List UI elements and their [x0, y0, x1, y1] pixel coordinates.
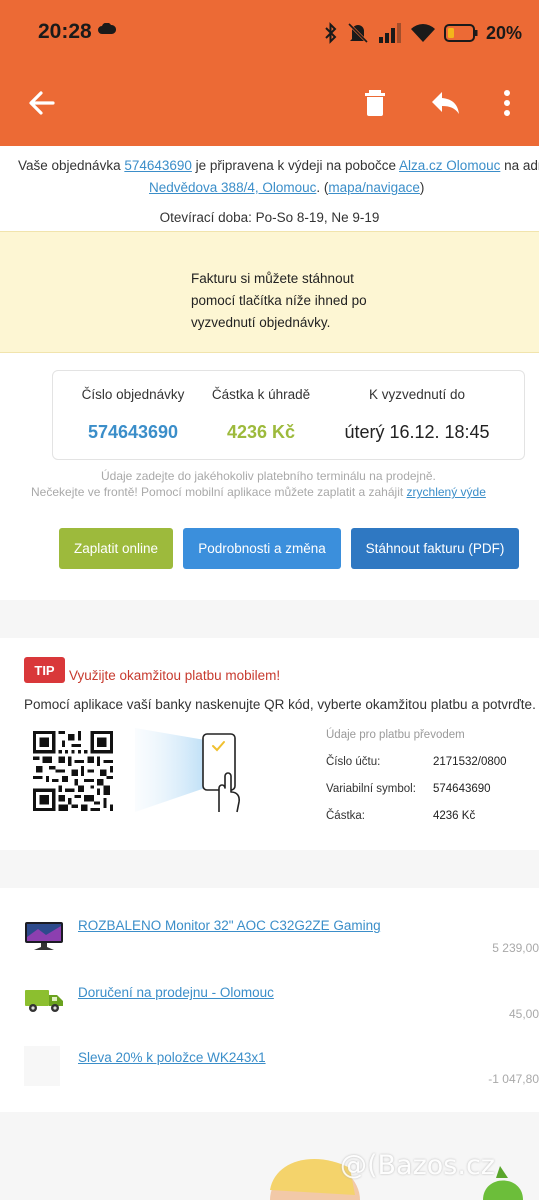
- payment-amount-label: Částka:: [326, 810, 365, 822]
- section-divider: [0, 600, 539, 638]
- monitor-icon: [25, 922, 63, 950]
- pay-online-button[interactable]: Zaplatit online: [59, 528, 173, 569]
- pickup-label: K vyzvednutí do: [368, 387, 466, 402]
- variable-symbol-label: Variabilní symbol:: [326, 783, 416, 795]
- address-link[interactable]: Nedvědova 388/4, Olomouc: [149, 180, 316, 195]
- payment-amount-value: 4236 Kč: [433, 810, 476, 822]
- intro-text: je připravena k výdeji na pobočce: [191, 158, 400, 173]
- account-label: Číslo účtu:: [326, 756, 381, 768]
- section-divider: [0, 850, 539, 888]
- summary-order: Číslo objednávky 574643690: [65, 387, 201, 443]
- amount-label: Částka k úhradě: [211, 387, 311, 402]
- opening-hours: Otevírací doba: Po-So 8-19, Ne 9-19: [159, 210, 380, 225]
- item-name-link[interactable]: Sleva 20% k položce WK243x1: [78, 1050, 266, 1065]
- intro-line: Nedvědova 388/4, Olomouc. (mapa/navigace…: [149, 180, 424, 195]
- summary-amount: Částka k úhradě 4236 Kč: [203, 387, 319, 443]
- watermark: @(Bazos.cz: [340, 1150, 495, 1181]
- qr-code: [33, 731, 113, 811]
- cloud-icon: [98, 23, 116, 34]
- status-icons: 20%: [324, 20, 522, 46]
- intro-text: Vaše objednávka: [18, 158, 125, 173]
- bluetooth-icon: [325, 22, 337, 44]
- tip-badge: TIP: [24, 657, 65, 683]
- signal-icon: [379, 23, 401, 43]
- item-price: 5 239,00: [492, 941, 539, 955]
- fast-pickup-link[interactable]: zrychlený výde: [407, 485, 486, 499]
- more-vert-icon[interactable]: [492, 88, 522, 118]
- discount-placeholder: [24, 1046, 60, 1086]
- hint-line: Nečekejte ve frontě! Pomocí mobilní apli…: [31, 485, 486, 499]
- notice-line: pomocí tlačítka níže ihned po: [191, 293, 367, 308]
- amount-value: 4236 Kč: [226, 422, 296, 442]
- status-time: 20:28: [38, 20, 92, 43]
- pickup-value: úterý 16.12. 18:45: [344, 422, 490, 442]
- tip-description: Pomocí aplikace vaší banky naskenujte QR…: [24, 697, 536, 712]
- reply-icon[interactable]: [430, 88, 460, 118]
- delivery-truck-icon: [25, 990, 63, 1012]
- tip-title: Využijte okamžitou platbu mobilem!: [69, 668, 281, 683]
- intro-text: na adr: [500, 158, 539, 173]
- order-summary: Číslo objednávky 574643690 Částka k úhra…: [52, 370, 525, 460]
- account-value: 2171532/0800: [433, 756, 507, 768]
- intro-line: Vaše objednávka 574643690 je připravena …: [18, 158, 539, 173]
- wifi-icon: [411, 24, 435, 42]
- hint-line: Údaje zadejte do jakéhokoliv platebního …: [101, 469, 436, 483]
- trash-icon[interactable]: [360, 88, 390, 118]
- intro-text: ): [419, 180, 425, 195]
- summary-pickup: K vyzvednutí do úterý 16.12. 18:45: [325, 387, 509, 443]
- battery-percent: 20%: [486, 22, 523, 43]
- branch-link[interactable]: Alza.cz Olomouc: [399, 158, 500, 173]
- notice-line: Fakturu si můžete stáhnout: [191, 271, 354, 286]
- phone-scan-illustration: [135, 728, 240, 813]
- order-items: ROZBALENO Monitor 32" AOC C32G2ZE Gaming…: [0, 888, 539, 1112]
- item-name-link[interactable]: Doručení na prodejnu - Olomouc: [78, 985, 274, 1000]
- invoice-notice: Fakturu si můžete stáhnout pomocí tlačít…: [0, 231, 539, 353]
- order-number-value: 574643690: [87, 422, 179, 442]
- status-bar: 20:28 20%: [0, 0, 539, 66]
- battery-icon: [444, 24, 478, 42]
- item-price: -1 047,80: [488, 1072, 539, 1086]
- variable-symbol-value: 574643690: [433, 783, 491, 795]
- map-link[interactable]: mapa/navigace: [328, 180, 420, 195]
- hint-text: Nečekejte ve frontě! Pomocí mobilní apli…: [31, 485, 407, 499]
- notice-line: vyzvednutí objednávky.: [191, 315, 331, 330]
- item-price: 45,00: [508, 1007, 539, 1021]
- download-invoice-button[interactable]: Stáhnout fakturu (PDF): [351, 528, 519, 569]
- mute-vibrate-icon: [347, 22, 369, 44]
- details-button[interactable]: Podrobnosti a změna: [183, 528, 341, 569]
- item-name-link[interactable]: ROZBALENO Monitor 32" AOC C32G2ZE Gaming: [78, 918, 381, 933]
- intro-text: . (: [316, 180, 329, 195]
- notice-text: Fakturu si můžete stáhnout pomocí tlačít…: [191, 268, 411, 334]
- payment-header: Údaje pro platbu převodem: [326, 729, 465, 741]
- app-bar: 20:28 20%: [0, 0, 539, 146]
- tip-section: TIP Využijte okamžitou platbu mobilem! P…: [0, 638, 539, 850]
- back-arrow-icon[interactable]: [27, 88, 57, 118]
- order-number-link[interactable]: 574643690: [124, 158, 192, 173]
- order-number-label: Číslo objednávky: [81, 387, 185, 402]
